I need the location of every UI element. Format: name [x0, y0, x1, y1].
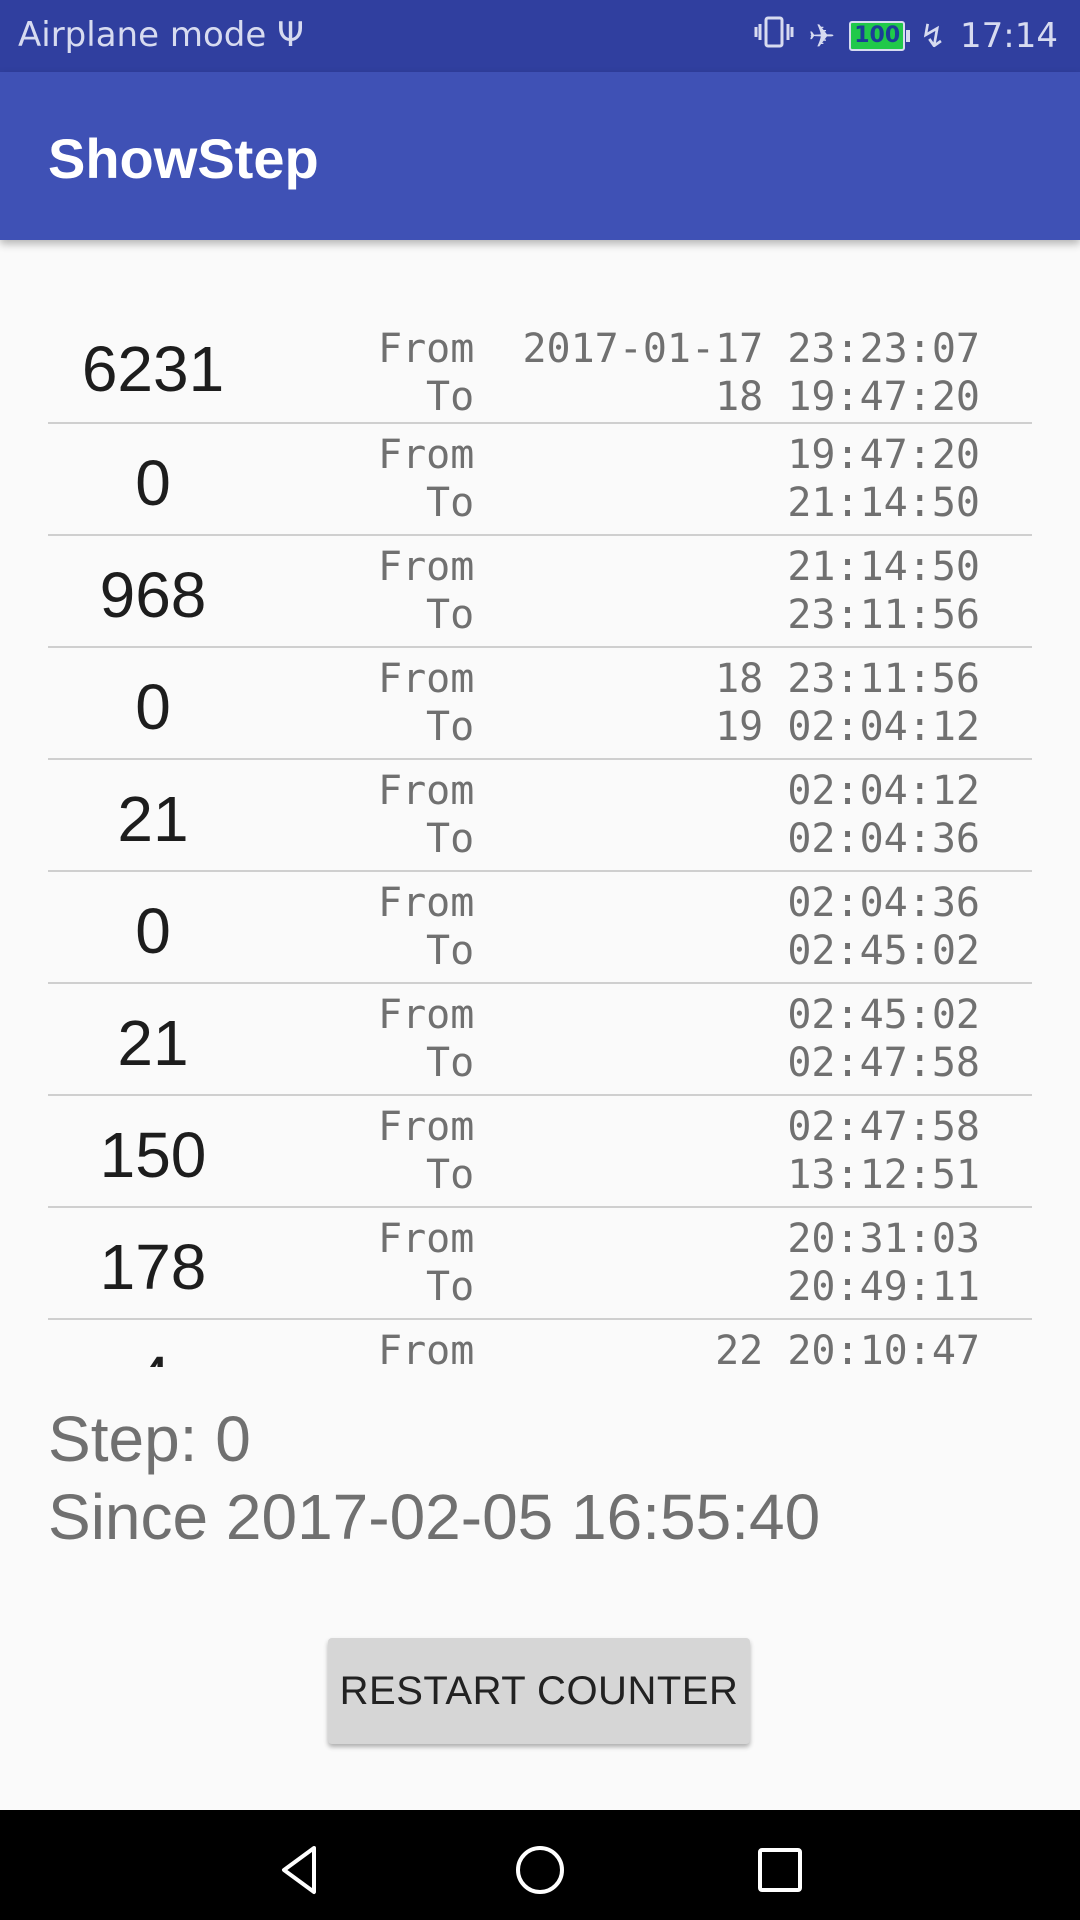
step-count: 21: [117, 783, 189, 855]
back-icon[interactable]: [270, 1840, 330, 1900]
from-time: 02:47:58: [787, 1104, 980, 1150]
from-time: 22 20:10:47: [715, 1328, 980, 1367]
list-item[interactable]: 6231 From 2017-01-17 23:23:07 To 18 19:47:20: [48, 320, 1032, 424]
step-count: 968: [99, 559, 207, 631]
step-list[interactable]: 6231 From 2017-01-17 23:23:07 To 18 19:47:20…: [48, 320, 1032, 1367]
list-item[interactable]: 4 From 22 20:10:47: [48, 1320, 1032, 1367]
status-left: Airplane mode Ψ: [18, 15, 304, 55]
battery-icon: 100: [849, 21, 911, 51]
since-text: Since 2017-02-05 16:55:40: [48, 1481, 821, 1553]
from-time: 02:45:02: [787, 992, 980, 1038]
step-count: 0: [135, 671, 171, 743]
vibrate-icon: [754, 15, 794, 57]
restart-counter-button[interactable]: RESTART COUNTER: [328, 1638, 750, 1744]
status-time: 17:14: [960, 16, 1058, 56]
to-label: To: [426, 1152, 475, 1198]
to-time: 02:04:36: [787, 816, 980, 862]
to-time: 13:12:51: [787, 1152, 980, 1198]
step-count: 0: [135, 447, 171, 519]
recent-apps-icon[interactable]: [750, 1840, 810, 1900]
from-label: From: [378, 326, 475, 372]
from-time: 19:47:20: [787, 432, 980, 478]
to-label: To: [426, 704, 475, 750]
list-item[interactable]: 0 From 02:04:36 To 02:45:02: [48, 872, 1032, 984]
from-label: From: [378, 1216, 475, 1262]
list-item[interactable]: 0 From 18 23:11:56 To 19 02:04:12: [48, 648, 1032, 760]
step-count: 6231: [81, 333, 225, 405]
step-count-text: Step: 0: [48, 1403, 251, 1475]
charging-icon: ↯: [919, 17, 947, 55]
to-label: To: [426, 1040, 475, 1086]
to-time: 02:47:58: [787, 1040, 980, 1086]
from-time: 02:04:36: [787, 880, 980, 926]
to-label: To: [426, 928, 475, 974]
usb-icon: Ψ: [277, 15, 304, 55]
to-label: To: [426, 374, 475, 420]
to-label: To: [426, 816, 475, 862]
list-item[interactable]: 21 From 02:04:12 To 02:04:36: [48, 760, 1032, 872]
summary: Step: 0 Since 2017-02-05 16:55:40: [48, 1400, 820, 1556]
from-label: From: [378, 880, 475, 926]
app-bar: ShowStep: [0, 72, 1080, 240]
to-label: To: [426, 1264, 475, 1310]
from-time: 02:04:12: [787, 768, 980, 814]
step-count: 0: [135, 895, 171, 967]
to-label: To: [426, 480, 475, 526]
app-title: ShowStep: [48, 127, 319, 190]
status-bar: Airplane mode Ψ ✈ 100 ↯ 17:14: [0, 0, 1080, 72]
to-time: 02:45:02: [787, 928, 980, 974]
from-time: 21:14:50: [787, 544, 980, 590]
from-time: 2017-01-17 23:23:07: [522, 326, 980, 372]
from-label: From: [378, 768, 475, 814]
from-label: From: [378, 432, 475, 478]
from-label: From: [378, 1328, 475, 1367]
list-item[interactable]: 968 From 21:14:50 To 23:11:56: [48, 536, 1032, 648]
to-label: To: [426, 592, 475, 638]
step-count: 150: [99, 1119, 207, 1191]
to-time: 19 02:04:12: [715, 704, 980, 750]
list-item[interactable]: 178 From 20:31:03 To 20:49:11: [48, 1208, 1032, 1320]
from-label: From: [378, 656, 475, 702]
from-label: From: [378, 1104, 475, 1150]
airplane-icon: ✈: [808, 17, 836, 55]
to-time: 20:49:11: [787, 1264, 980, 1310]
list-item[interactable]: 0 From 19:47:20 To 21:14:50: [48, 424, 1032, 536]
to-time: 21:14:50: [787, 480, 980, 526]
airplane-mode-text: Airplane mode: [18, 15, 267, 55]
list-item[interactable]: 21 From 02:45:02 To 02:47:58: [48, 984, 1032, 1096]
navigation-bar: [0, 1810, 1080, 1920]
list-item[interactable]: 150 From 02:47:58 To 13:12:51: [48, 1096, 1032, 1208]
step-count: 178: [99, 1231, 207, 1303]
step-count: 4: [48, 1342, 258, 1367]
to-time: 23:11:56: [787, 592, 980, 638]
home-icon[interactable]: [510, 1840, 570, 1900]
from-time: 20:31:03: [787, 1216, 980, 1262]
to-time: 18 19:47:20: [715, 374, 980, 420]
from-time: 18 23:11:56: [715, 656, 980, 702]
status-right: ✈ 100 ↯ 17:14: [754, 15, 1058, 57]
from-label: From: [378, 544, 475, 590]
step-count: 21: [117, 1007, 189, 1079]
from-label: From: [378, 992, 475, 1038]
